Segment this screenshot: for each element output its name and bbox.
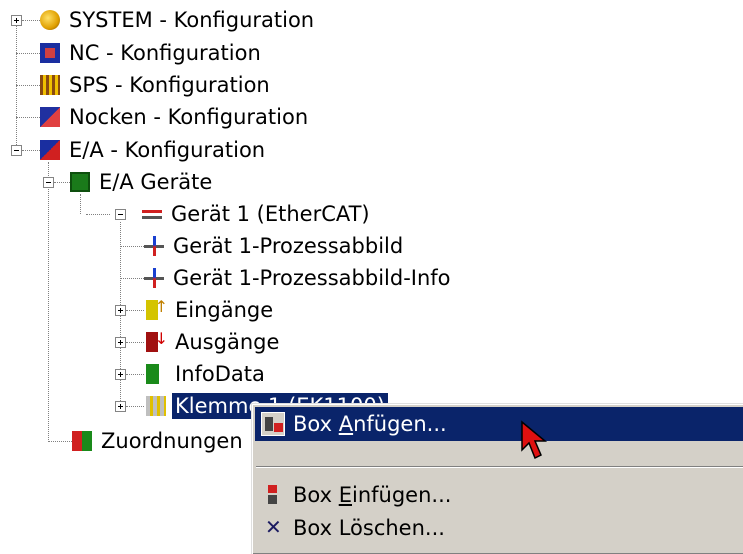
menu-item-label: Box Anfügen... — [293, 412, 447, 436]
tree-line — [22, 150, 40, 151]
tree-line — [120, 246, 144, 247]
menu-accelerator: E — [338, 483, 352, 507]
tree-item-label: Nocken - Konfiguration — [69, 105, 309, 129]
context-menu: Box Anfügen... Box Einfügen... Box Lösch… — [251, 403, 743, 554]
tree-item-ausgaenge[interactable]: Ausgänge — [146, 327, 282, 357]
tree-item-label: SYSTEM - Konfiguration — [69, 8, 315, 32]
tree-item-nocken[interactable]: Nocken - Konfiguration — [40, 102, 311, 132]
tree-item-system[interactable]: SYSTEM - Konfiguration — [40, 5, 317, 35]
tree-line — [48, 162, 49, 442]
collapse-toggle-ea[interactable] — [11, 145, 22, 156]
append-box-icon — [261, 412, 285, 436]
expand-toggle-infodata[interactable] — [115, 369, 126, 380]
insert-box-icon — [261, 483, 285, 507]
process-image-icon — [144, 236, 164, 256]
tree-line — [126, 342, 144, 343]
mouse-pointer-icon — [521, 420, 548, 460]
tree-item-label: NC - Konfiguration — [69, 41, 261, 65]
tree-item-label: Gerät 1-Prozessabbild-Info — [173, 266, 451, 290]
delete-box-icon — [261, 515, 285, 540]
io-devices-icon — [70, 172, 90, 192]
tree-item-ea-geraete[interactable]: E/A Geräte — [70, 167, 215, 197]
tree-line — [54, 182, 70, 183]
menu-item-box-einfuegen[interactable]: Box Einfügen... — [255, 478, 743, 512]
process-image-icon — [144, 268, 164, 288]
tree-item-eingaenge[interactable]: Eingänge — [146, 295, 276, 325]
system-icon — [40, 10, 60, 30]
expand-toggle-eingaenge[interactable] — [115, 305, 126, 316]
menu-accelerator: A — [338, 412, 354, 436]
tree-item-label: InfoData — [175, 362, 265, 386]
outputs-icon — [146, 329, 168, 352]
menu-separator — [256, 466, 743, 468]
terminal-icon — [146, 396, 166, 416]
tree-line — [80, 194, 81, 214]
tree-line — [22, 20, 40, 21]
tree-item-label: Zuordnungen — [101, 429, 243, 453]
tree-item-prozessabbild-info[interactable]: Gerät 1-Prozessabbild-Info — [144, 263, 454, 293]
tree-item-zuordnungen[interactable]: Zuordnungen — [72, 426, 246, 456]
tree-item-label: Gerät 1 (EtherCAT) — [171, 202, 370, 226]
menu-label-suffix: infügen... — [352, 483, 452, 507]
infodata-icon — [146, 364, 166, 384]
tree-item-nc[interactable]: NC - Konfiguration — [40, 38, 264, 68]
tree-item-label: SPS - Konfiguration — [69, 73, 270, 97]
tree-item-sps[interactable]: SPS - Konfiguration — [40, 70, 273, 100]
menu-item-label: Box Einfügen... — [293, 483, 451, 507]
expand-toggle-ausgaenge[interactable] — [115, 337, 126, 348]
collapse-toggle-geraet1[interactable] — [115, 209, 126, 220]
menu-label-suffix: nfügen... — [353, 412, 447, 436]
tree-line — [120, 278, 144, 279]
cam-icon — [40, 107, 60, 127]
menu-item-label: Box Löschen... — [293, 516, 445, 540]
menu-label-prefix: Box — [293, 483, 339, 507]
expand-toggle-klemme1[interactable] — [115, 401, 126, 412]
tree-line — [16, 85, 40, 86]
tree-item-ea[interactable]: E/A - Konfiguration — [40, 135, 268, 165]
tree-line — [16, 53, 40, 54]
collapse-toggle-ea-geraete[interactable] — [43, 177, 54, 188]
plc-icon — [40, 75, 60, 95]
inputs-icon — [146, 297, 168, 320]
menu-item-box-loeschen[interactable]: Box Löschen... — [255, 511, 743, 545]
expand-toggle-system[interactable] — [11, 15, 22, 26]
tree-item-label: Eingänge — [175, 298, 274, 322]
tree-line — [48, 441, 72, 442]
ethercat-device-icon — [142, 204, 162, 224]
mappings-icon — [72, 431, 92, 451]
tree-line — [126, 406, 144, 407]
menu-item-box-anfuegen[interactable]: Box Anfügen... — [255, 407, 743, 441]
menu-label-prefix: Box — [293, 412, 339, 436]
tree-line — [16, 117, 40, 118]
io-config-icon — [40, 140, 60, 160]
tree-item-prozessabbild[interactable]: Gerät 1-Prozessabbild — [144, 231, 406, 261]
tree-item-label: Gerät 1-Prozessabbild — [173, 234, 404, 258]
tree-line — [126, 310, 144, 311]
tree-line — [126, 374, 144, 375]
tree-item-label: E/A - Konfiguration — [69, 138, 266, 162]
nc-icon — [40, 43, 60, 63]
tree-item-geraet1[interactable]: Gerät 1 (EtherCAT) — [142, 199, 373, 229]
tree-item-infodata[interactable]: InfoData — [146, 359, 268, 389]
tree-item-label: Ausgänge — [175, 330, 280, 354]
tree-item-label: E/A Geräte — [99, 170, 213, 194]
tree-line — [86, 214, 110, 215]
